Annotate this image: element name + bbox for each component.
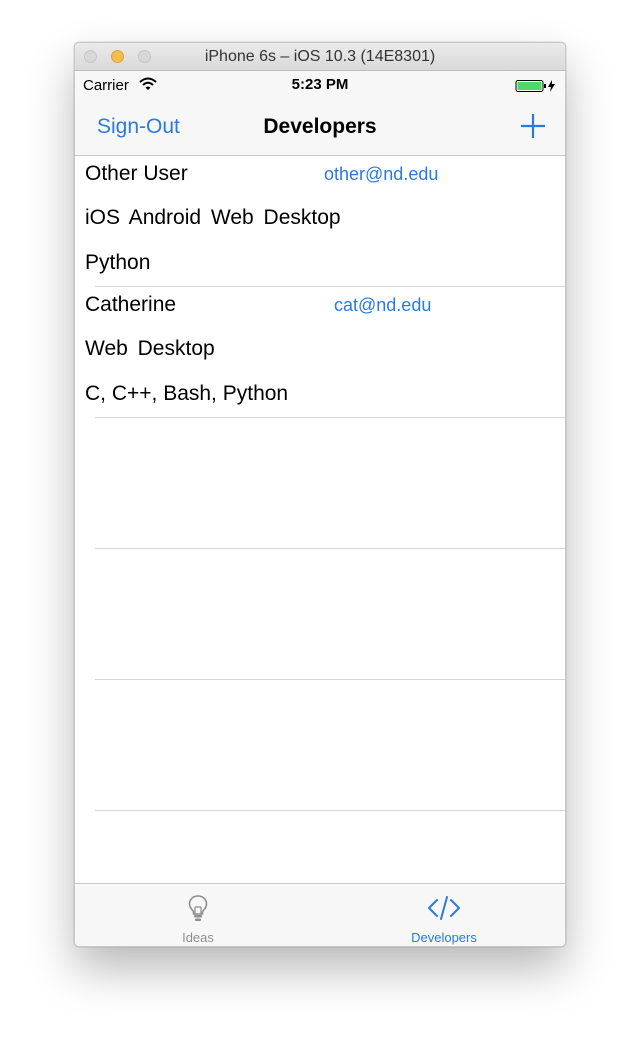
status-bar: Carrier 5:23 PM	[75, 71, 565, 98]
status-time: 5:23 PM	[291, 76, 349, 93]
simulator-window: iPhone 6s – iOS 10.3 (14E8301) Carrier 5…	[74, 42, 566, 947]
tab-developers-label: Developers	[411, 930, 477, 945]
developers-table: Other User other@nd.edu iOS Android Web …	[75, 156, 565, 883]
add-developer-button[interactable]	[519, 112, 547, 140]
window-titlebar: iPhone 6s – iOS 10.3 (14E8301)	[75, 43, 565, 71]
tab-bar: Ideas Developers	[75, 883, 565, 946]
empty-row	[75, 680, 565, 811]
window-title: iPhone 6s – iOS 10.3 (14E8301)	[204, 48, 436, 65]
developer-row[interactable]: Other User other@nd.edu iOS Android Web …	[75, 156, 565, 287]
developer-email[interactable]: other@nd.edu	[324, 164, 438, 185]
developer-row[interactable]: Catherine cat@nd.edu Web Desktop C, C++,…	[75, 287, 565, 418]
tab-developers[interactable]: Developers	[321, 884, 565, 946]
developer-name: Catherine	[85, 293, 177, 316]
empty-row	[75, 549, 565, 680]
developer-email[interactable]: cat@nd.edu	[334, 295, 431, 316]
empty-row	[75, 418, 565, 549]
tab-ideas-label: Ideas	[182, 930, 214, 945]
battery-icon	[515, 80, 555, 92]
developer-languages: C, C++, Bash, Python	[85, 382, 289, 405]
lightbulb-icon	[188, 895, 208, 921]
developer-name: Other User	[85, 162, 188, 185]
developer-platforms: iOS Android Web Desktop	[85, 206, 341, 229]
code-icon	[428, 896, 460, 920]
sign-out-button[interactable]: Sign-Out	[97, 115, 180, 139]
row-separator	[95, 810, 565, 811]
navigation-bar: Sign-Out Developers	[75, 98, 565, 156]
developer-platforms: Web Desktop	[85, 337, 215, 360]
tab-ideas[interactable]: Ideas	[75, 884, 321, 946]
developer-languages: Python	[85, 251, 151, 274]
